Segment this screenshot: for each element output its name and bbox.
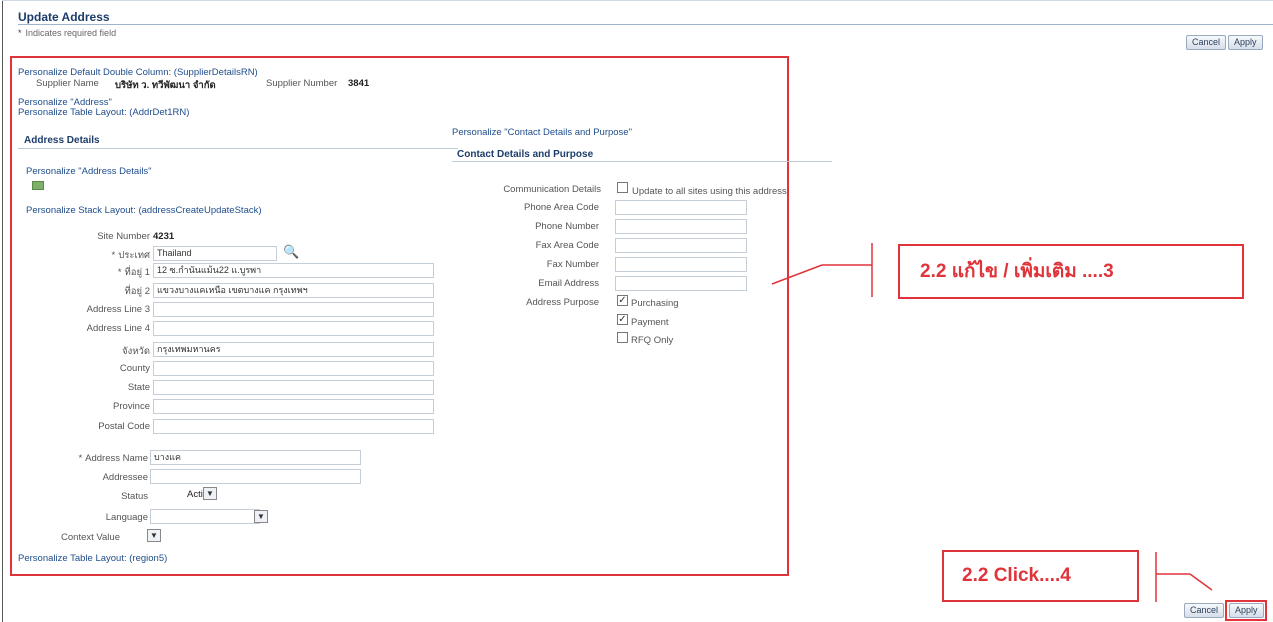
language-select[interactable]: [150, 509, 260, 524]
province-label: Province: [113, 401, 150, 412]
update-all-sites-checkbox[interactable]: [617, 182, 628, 193]
phone-area-code-field[interactable]: [615, 200, 747, 215]
apply-button-bottom[interactable]: Apply: [1229, 603, 1264, 618]
address1-label: * ที่อยู่ 1: [117, 267, 150, 278]
purchasing-label: Purchasing: [631, 298, 679, 309]
click-callout-pointer: [1155, 552, 1213, 602]
fax-number-field[interactable]: [615, 257, 747, 272]
cancel-button-bottom[interactable]: Cancel: [1184, 603, 1225, 618]
search-icon[interactable]: 🔍: [283, 244, 299, 260]
site-number-label: Site Number: [97, 231, 150, 242]
cancel-button-top[interactable]: Cancel: [1186, 35, 1227, 50]
address-details-divider: [18, 148, 458, 149]
click-callout-text: 2.2 Click....4: [942, 550, 1139, 602]
contact-details-heading: Contact Details and Purpose: [457, 149, 594, 160]
update-all-sites-label: Update to all sites using this address: [632, 186, 787, 197]
address-line4-field[interactable]: [153, 321, 434, 336]
state-label: State: [127, 382, 150, 393]
edit-icon[interactable]: [32, 181, 44, 190]
required-star: *: [18, 28, 22, 38]
personalize-table-layout-link[interactable]: Personalize Table Layout: (AddrDet1RN): [18, 107, 189, 118]
window-border-top: [2, 0, 1273, 1]
country-field[interactable]: Thailand: [153, 246, 277, 261]
address-details-heading: Address Details: [24, 135, 100, 146]
rfq-only-checkbox[interactable]: [617, 332, 628, 343]
county-field[interactable]: [153, 361, 434, 376]
postal-code-field[interactable]: [153, 419, 434, 434]
country-label: * ประเทศ: [111, 250, 150, 261]
province-th-field[interactable]: กรุงเทพมหานคร: [153, 342, 434, 357]
phone-area-code-label: Phone Area Code: [523, 202, 599, 213]
fax-area-code-field[interactable]: [615, 238, 747, 253]
address-line3-label: Address Line 3: [86, 304, 150, 315]
communication-details-label: Communication Details: [503, 184, 601, 195]
province-th-label: จังหวัด: [122, 346, 150, 357]
language-dropdown-button[interactable]: ▼: [254, 510, 268, 523]
address1-field[interactable]: 12 ซ.กำนันแม้น22 แ.บูรพา: [153, 263, 434, 278]
province-field[interactable]: [153, 399, 434, 414]
edit-callout-text: 2.2 แก้ไข / เพิ่มเติม ....3: [898, 244, 1244, 299]
address-name-label: * Address Name: [78, 453, 148, 464]
page-title: Update Address: [18, 10, 110, 24]
personalize-address-details-link[interactable]: Personalize "Address Details": [26, 166, 152, 177]
postal-code-label: Postal Code: [98, 421, 150, 432]
title-divider: [18, 24, 1273, 25]
status-label: Status: [121, 491, 148, 502]
required-field-note: * Indicates required field: [18, 28, 116, 38]
rfq-only-label: RFQ Only: [631, 335, 674, 346]
supplier-name-value: บริษัท ว. ทวีพัฒนา จำกัด: [115, 80, 216, 91]
fax-area-code-label: Fax Area Code: [535, 240, 599, 251]
personalize-contact-details-link[interactable]: Personalize "Contact Details and Purpose…: [452, 127, 632, 138]
phone-number-field[interactable]: [615, 219, 747, 234]
address-name-label-text: Address Name: [85, 453, 148, 464]
context-value-dropdown-button[interactable]: ▼: [147, 529, 161, 542]
email-address-field[interactable]: [615, 276, 747, 291]
apply-button-top[interactable]: Apply: [1228, 35, 1263, 50]
context-value-label: Context Value: [61, 532, 120, 543]
personalize-double-column-link[interactable]: Personalize Default Double Column: (Supp…: [18, 67, 258, 78]
required-note-text: Indicates required field: [25, 28, 117, 38]
address2-field[interactable]: แขวงบางแคเหนือ เขตบางแค กรุงเทพฯ: [153, 283, 434, 298]
personalize-region5-link[interactable]: Personalize Table Layout: (region5): [18, 553, 167, 564]
payment-checkbox[interactable]: ✓: [617, 314, 628, 325]
address-name-field[interactable]: บางแค: [150, 450, 361, 465]
contact-details-divider: [452, 161, 832, 162]
address1-label-text: ที่อยู่ 1: [124, 267, 150, 278]
addressee-field[interactable]: [150, 469, 361, 484]
county-label: County: [119, 363, 150, 374]
address-purpose-label: Address Purpose: [526, 297, 599, 308]
window-border: [2, 0, 3, 622]
purchasing-checkbox[interactable]: ✓: [617, 295, 628, 306]
supplier-name-label: Supplier Name: [36, 78, 99, 89]
address-line3-field[interactable]: [153, 302, 434, 317]
state-field[interactable]: [153, 380, 434, 395]
supplier-number-label: Supplier Number: [266, 78, 338, 89]
status-dropdown-button[interactable]: ▼: [203, 487, 217, 500]
fax-number-label: Fax Number: [546, 259, 599, 270]
address2-label: ที่อยู่ 2: [124, 286, 150, 297]
phone-number-label: Phone Number: [535, 221, 599, 232]
email-address-label: Email Address: [538, 278, 599, 289]
site-number-value: 4231: [153, 231, 175, 242]
language-label: Language: [105, 512, 148, 523]
country-label-text: ประเทศ: [118, 250, 150, 261]
addressee-label: Addressee: [102, 472, 148, 483]
edit-callout-pointer: [771, 243, 873, 297]
address-line4-label: Address Line 4: [86, 323, 150, 334]
payment-label: Payment: [631, 317, 669, 328]
supplier-number-value: 3841: [348, 78, 370, 89]
personalize-stack-layout-link[interactable]: Personalize Stack Layout: (addressCreate…: [26, 205, 262, 216]
